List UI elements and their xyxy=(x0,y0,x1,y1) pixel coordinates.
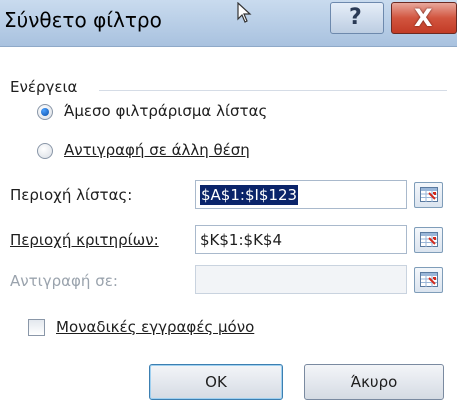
radio-filter-in-place[interactable] xyxy=(37,104,53,120)
copy-to-collapse-button[interactable] xyxy=(414,267,443,293)
ok-button[interactable]: OK xyxy=(149,364,283,400)
criteria-range-collapse-button[interactable] xyxy=(414,227,443,253)
range-select-icon xyxy=(420,272,438,287)
help-icon: ? xyxy=(349,5,362,30)
close-icon: X xyxy=(414,4,433,32)
criteria-range-input[interactable]: $K$1:$K$4 xyxy=(195,225,407,254)
group-divider xyxy=(99,90,447,91)
unique-records-label[interactable]: Μοναδικές εγγραφές μόνο xyxy=(56,318,254,336)
radio-copy-to-location-label[interactable]: Αντιγραφή σε άλλη θέση xyxy=(64,141,250,159)
list-range-value: $A$1:$I$123 xyxy=(200,185,299,205)
cancel-button[interactable]: Άκυρο xyxy=(304,364,444,400)
copy-to-input[interactable] xyxy=(195,265,407,294)
close-button[interactable]: X xyxy=(391,2,457,34)
action-group-label: Ενέργεια xyxy=(10,78,78,96)
list-range-input[interactable]: $A$1:$I$123 xyxy=(195,180,407,209)
list-range-collapse-button[interactable] xyxy=(414,182,443,208)
radio-copy-to-location[interactable] xyxy=(37,143,53,159)
range-select-icon xyxy=(420,187,438,202)
criteria-range-label: Περιοχή κριτηρίων: xyxy=(10,231,159,249)
criteria-range-value: $K$1:$K$4 xyxy=(200,231,282,249)
list-range-label: Περιοχή λίστας: xyxy=(10,186,133,204)
title-bar: Σύνθετο φίλτρο ? X xyxy=(0,0,457,47)
range-select-icon xyxy=(420,232,438,247)
unique-records-checkbox[interactable] xyxy=(28,319,45,336)
mouse-cursor-icon xyxy=(237,2,252,23)
criteria-range-label-text: Περιοχή κριτηρίων: xyxy=(10,231,159,249)
radio-filter-in-place-label[interactable]: Άμεσο φιλτράρισμα λίστας xyxy=(64,102,267,120)
help-button[interactable]: ? xyxy=(330,2,384,34)
dialog-title: Σύνθετο φίλτρο xyxy=(4,8,162,32)
copy-to-label: Αντιγραφή σε: xyxy=(10,272,118,290)
